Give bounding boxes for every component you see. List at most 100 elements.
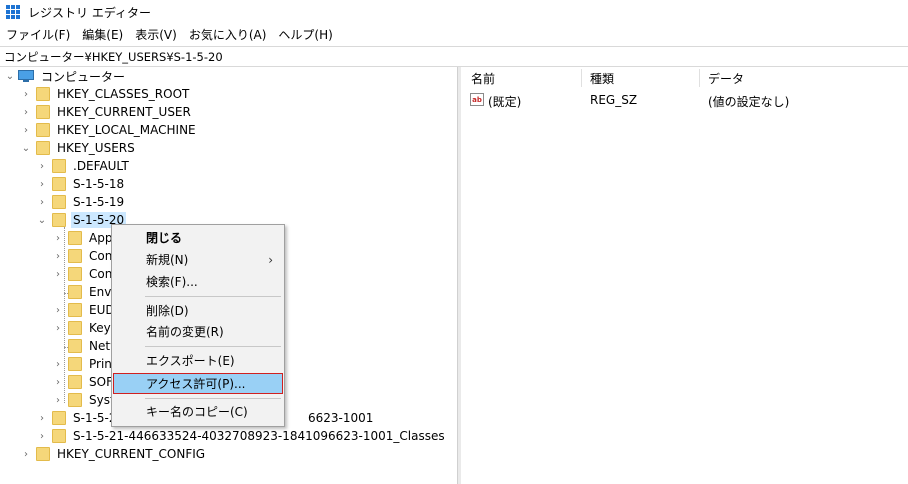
tree-item-s-1-5-18[interactable]: › S-1-5-18 (36, 175, 126, 193)
menu-item-new[interactable]: 新規(N) › (113, 249, 283, 270)
tree-label: HKEY_CLASSES_ROOT (57, 87, 190, 101)
folder-icon (52, 194, 66, 210)
tree-item-s-1-5-21-1001-classes[interactable]: › S-1-5-21-446633524-4032708923-18410966… (36, 427, 447, 445)
column-header-type[interactable]: 種類 (590, 70, 614, 87)
folder-icon (68, 392, 82, 408)
column-header-name[interactable]: 名前 (471, 70, 495, 87)
chevron-right-icon[interactable]: › (52, 301, 64, 319)
tree-item-subkey[interactable]: › Prin (52, 355, 114, 373)
column-separator[interactable] (699, 69, 700, 87)
no-expander (52, 337, 64, 355)
tree-label: HKEY_LOCAL_MACHINE (57, 123, 196, 137)
context-menu: 閉じる 新規(N) › 検索(F)... 削除(D) 名前の変更(R) エクスポ… (111, 224, 285, 427)
folder-icon (68, 338, 82, 354)
tree-label: コンピューター (41, 69, 126, 84)
folder-icon (68, 302, 82, 318)
menu-item-collapse[interactable]: 閉じる (113, 227, 283, 248)
menu-item-copy-key-name[interactable]: キー名のコピー(C) (113, 401, 283, 422)
chevron-right-icon[interactable]: › (36, 175, 48, 193)
menu-separator (145, 296, 281, 297)
chevron-right-icon[interactable]: › (36, 427, 48, 445)
tree-item-computer[interactable]: ⌄ コンピューター (4, 67, 127, 85)
column-separator[interactable] (581, 69, 582, 87)
menu-separator (145, 398, 281, 399)
tree-item-hkey-local-machine[interactable]: › HKEY_LOCAL_MACHINE (20, 121, 198, 139)
menu-item-label: エクスポート(E) (146, 354, 235, 368)
tree-item-subkey[interactable]: › Con (52, 247, 114, 265)
column-header-data[interactable]: データ (708, 70, 744, 87)
folder-icon (68, 230, 82, 246)
tree-item-s-1-5-21-1001[interactable]: › S-1-5-2 (36, 409, 119, 427)
tree-label: HKEY_CURRENT_USER (57, 105, 191, 119)
chevron-right-icon[interactable]: › (20, 445, 32, 463)
chevron-right-icon[interactable]: › (52, 391, 64, 409)
folder-icon (68, 248, 82, 264)
chevron-right-icon[interactable]: › (20, 85, 32, 103)
tree-label: Prin (89, 357, 112, 371)
tree-item-hkey-users[interactable]: ⌄ HKEY_USERS (20, 139, 137, 157)
chevron-right-icon[interactable]: › (52, 319, 64, 337)
folder-icon (36, 140, 50, 156)
chevron-right-icon[interactable]: › (20, 103, 32, 121)
chevron-down-icon[interactable]: ⌄ (4, 67, 16, 85)
value-type: REG_SZ (590, 93, 638, 107)
folder-icon (68, 374, 82, 390)
tree-label: S-1-5-18 (73, 177, 125, 191)
tree-item-s-1-5-19[interactable]: › S-1-5-19 (36, 193, 126, 211)
folder-icon (52, 410, 66, 426)
menu-item-label: キー名のコピー(C) (146, 405, 248, 419)
tree-item-subkey[interactable]: › SOF (52, 373, 115, 391)
tree-item-hkey-classes-root[interactable]: › HKEY_CLASSES_ROOT (20, 85, 191, 103)
tree-item-subkey[interactable]: › Con (52, 265, 114, 283)
computer-icon (18, 70, 34, 82)
menu-item-label: アクセス許可(P)... (146, 377, 246, 391)
menu-help[interactable]: ヘルプ(H) (272, 24, 338, 46)
folder-icon (36, 104, 50, 120)
tree-item-subkey[interactable]: Envi (52, 283, 117, 301)
submenu-arrow-icon: › (268, 252, 273, 267)
no-expander (52, 283, 64, 301)
chevron-right-icon[interactable]: › (52, 247, 64, 265)
tree-item-subkey[interactable]: › EUD (52, 301, 117, 319)
folder-icon (68, 356, 82, 372)
folder-icon (52, 212, 66, 228)
tree-item-hkey-current-user[interactable]: › HKEY_CURRENT_USER (20, 103, 193, 121)
chevron-right-icon[interactable]: › (36, 193, 48, 211)
menu-item-permissions[interactable]: アクセス許可(P)... (113, 373, 283, 394)
menu-item-label: 閉じる (146, 231, 183, 245)
menu-item-find[interactable]: 検索(F)... (113, 271, 283, 292)
tree-label: S-1-5-21-446633524-4032708923-1841096623… (73, 429, 445, 443)
chevron-down-icon[interactable]: ⌄ (36, 211, 48, 229)
menu-item-label: 検索(F)... (146, 275, 198, 289)
chevron-right-icon[interactable]: › (36, 157, 48, 175)
menu-item-label: 名前の変更(R) (146, 325, 224, 339)
tree-item-default[interactable]: › .DEFAULT (36, 157, 131, 175)
menu-item-export[interactable]: エクスポート(E) (113, 350, 283, 371)
chevron-down-icon[interactable]: ⌄ (20, 139, 32, 157)
value-name[interactable]: (既定) (488, 93, 521, 110)
menu-item-label: 削除(D) (146, 304, 189, 318)
menu-edit[interactable]: 編集(E) (76, 24, 129, 46)
menu-favorites[interactable]: お気に入り(A) (183, 24, 273, 46)
tree-item-subkey[interactable]: › App (52, 229, 114, 247)
address-bar[interactable]: コンピューター¥HKEY_USERS¥S-1-5-20 (0, 46, 908, 67)
folder-icon (68, 266, 82, 282)
folder-icon (36, 122, 50, 138)
chevron-right-icon[interactable]: › (36, 409, 48, 427)
chevron-right-icon[interactable]: › (52, 355, 64, 373)
tree-label: HKEY_CURRENT_CONFIG (57, 447, 206, 461)
menu-item-rename[interactable]: 名前の変更(R) (113, 321, 283, 342)
tree-item-subkey[interactable]: › Syst (52, 391, 117, 409)
menu-view[interactable]: 表示(V) (129, 24, 183, 46)
tree-item-s-1-5-21-1001-tail: 6623-1001 (306, 409, 375, 427)
tree-label-tail: 6623-1001 (308, 411, 374, 425)
chevron-right-icon[interactable]: › (52, 229, 64, 247)
tree-item-subkey[interactable]: › Keyl (52, 319, 116, 337)
values-pane[interactable]: 名前 種類 データ ab (既定) REG_SZ (値の設定なし) (461, 67, 908, 484)
chevron-right-icon[interactable]: › (20, 121, 32, 139)
chevron-right-icon[interactable]: › (52, 373, 64, 391)
menu-item-delete[interactable]: 削除(D) (113, 300, 283, 321)
tree-item-hkey-current-config[interactable]: › HKEY_CURRENT_CONFIG (20, 445, 207, 463)
menu-file[interactable]: ファイル(F) (0, 24, 76, 46)
chevron-right-icon[interactable]: › (52, 265, 64, 283)
